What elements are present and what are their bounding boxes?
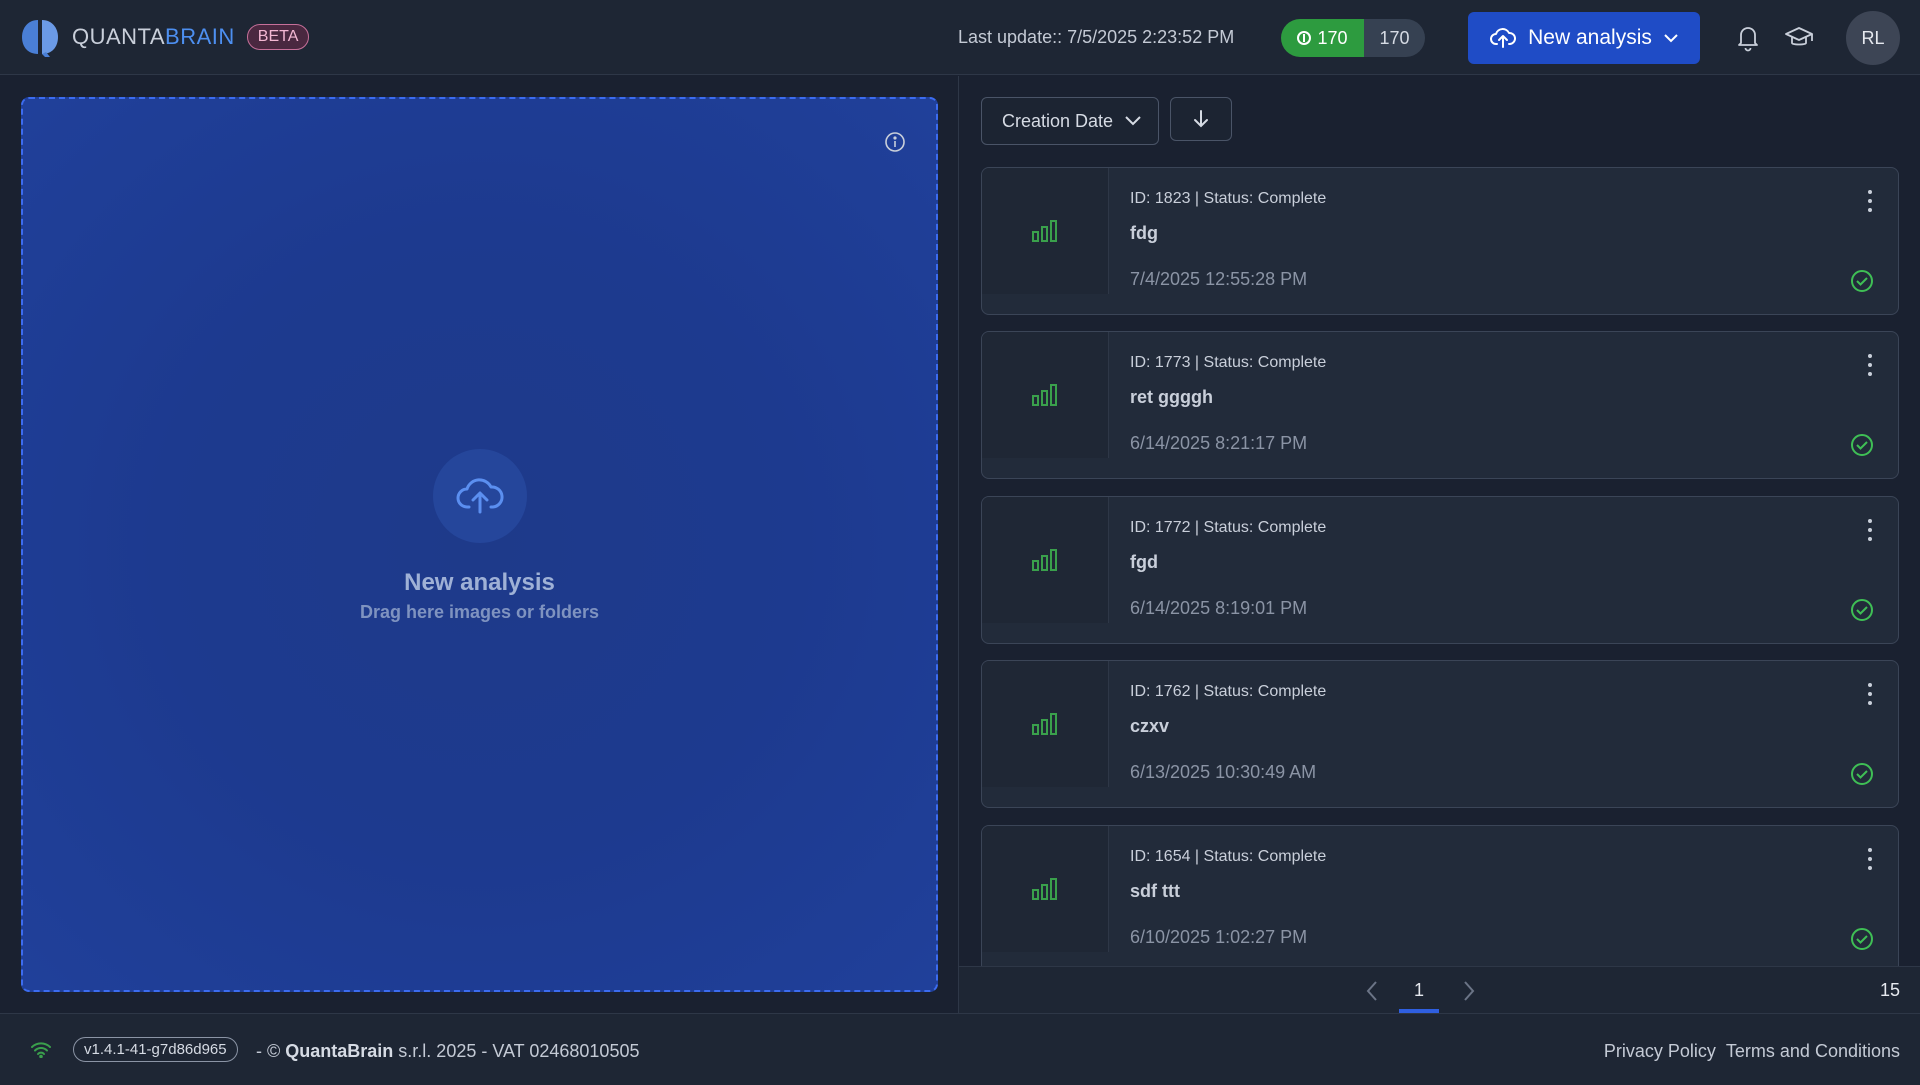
kebab-menu-icon[interactable] <box>1866 683 1874 705</box>
app-footer: v1.4.1-41-g7d86d965 - © QuantaBrain s.r.… <box>0 1013 1920 1085</box>
upload-dropzone[interactable]: New analysis Drag here images or folders <box>21 97 938 992</box>
kebab-menu-icon[interactable] <box>1866 190 1874 212</box>
logo-prefix: QUANTA <box>72 24 166 49</box>
card-meta: ID: 1773 | Status: Complete <box>1130 354 1327 371</box>
copyright-text: - © QuantaBrain s.r.l. 2025 - VAT 024680… <box>256 1041 639 1062</box>
credits-used-value: 170 <box>1317 27 1348 48</box>
brain-logo-icon <box>22 20 58 57</box>
credits-badge[interactable]: 170 170 <box>1281 19 1425 57</box>
card-date: 6/13/2025 10:30:49 AM <box>1130 762 1317 782</box>
card-date: 6/14/2025 8:19:01 PM <box>1130 598 1308 618</box>
bar-chart-icon <box>1032 713 1057 735</box>
chevron-left-icon[interactable] <box>1362 979 1382 1003</box>
bar-chart-icon <box>1032 878 1057 900</box>
info-icon[interactable] <box>884 131 906 153</box>
credits-total: 170 <box>1364 19 1425 57</box>
card-meta: ID: 1654 | Status: Complete <box>1130 848 1327 865</box>
app-logo[interactable]: QUANTABRAIN BETA <box>20 16 310 58</box>
new-analysis-label: New analysis <box>1528 26 1652 49</box>
card-date: 6/14/2025 8:21:17 PM <box>1130 433 1308 453</box>
analyses-panel: Creation Date ID: 1823 | Status: Complet… <box>959 76 1920 1013</box>
chevron-down-icon <box>1664 34 1678 43</box>
check-circle-icon <box>1851 763 1873 785</box>
card-thumbnail <box>982 332 1109 458</box>
footer-links: Privacy Policy Terms and Conditions <box>1604 1041 1900 1062</box>
graduation-cap-icon[interactable] <box>1784 22 1814 52</box>
analysis-card[interactable]: ID: 1772 | Status: Complete fgd 6/14/202… <box>981 496 1899 644</box>
card-date: 7/4/2025 12:55:28 PM <box>1130 269 1308 289</box>
cloud-upload-icon <box>1490 28 1517 48</box>
bar-chart-icon <box>1032 384 1057 406</box>
check-circle-icon <box>1851 599 1873 621</box>
card-name: fdg <box>1130 223 1158 243</box>
wifi-icon <box>31 1042 51 1058</box>
analysis-list: ID: 1823 | Status: Complete fdg 7/4/2025… <box>981 167 1899 966</box>
sort-field-label: Creation Date <box>1002 110 1114 131</box>
card-name: ret ggggh <box>1130 387 1213 407</box>
card-thumbnail <box>982 661 1109 787</box>
logo-suffix: BRAIN <box>165 24 235 49</box>
privacy-policy-link[interactable]: Privacy Policy <box>1604 1041 1716 1062</box>
upload-icon-circle <box>433 449 527 543</box>
kebab-menu-icon[interactable] <box>1866 519 1874 541</box>
chevron-down-icon <box>1125 116 1141 126</box>
page-number-current[interactable]: 1 <box>1399 980 1439 1001</box>
bell-icon[interactable] <box>1733 22 1763 52</box>
dropzone-title: New analysis <box>404 569 555 596</box>
user-avatar[interactable]: RL <box>1846 11 1900 65</box>
analysis-card[interactable]: ID: 1762 | Status: Complete czxv 6/13/20… <box>981 660 1899 808</box>
copyright-suffix: s.r.l. 2025 - VAT 02468010505 <box>393 1041 640 1061</box>
company-name: QuantaBrain <box>285 1041 394 1061</box>
terms-link[interactable]: Terms and Conditions <box>1726 1041 1900 1062</box>
version-badge: v1.4.1-41-g7d86d965 <box>73 1037 238 1062</box>
card-name: czxv <box>1130 716 1170 736</box>
cloud-upload-icon <box>456 478 504 514</box>
sort-field-select[interactable]: Creation Date <box>981 97 1159 145</box>
analysis-card[interactable]: ID: 1654 | Status: Complete sdf ttt 6/10… <box>981 825 1899 966</box>
credits-total-value: 170 <box>1379 27 1410 48</box>
total-count: 15 <box>1879 980 1900 1000</box>
arrow-down-icon <box>1194 110 1208 128</box>
credits-used: 170 <box>1281 19 1364 57</box>
analysis-card[interactable]: ID: 1823 | Status: Complete fdg 7/4/2025… <box>981 167 1899 315</box>
kebab-menu-icon[interactable] <box>1866 848 1874 870</box>
check-circle-icon <box>1851 270 1873 292</box>
sort-direction-button[interactable] <box>1170 97 1232 141</box>
card-thumbnail <box>982 168 1109 294</box>
upload-panel: New analysis Drag here images or folders <box>0 76 958 1013</box>
card-thumbnail <box>982 497 1109 623</box>
app-header: QUANTABRAIN BETA Last update:: 7/5/2025 … <box>0 0 1920 75</box>
chevron-right-icon[interactable] <box>1459 979 1479 1003</box>
check-circle-icon <box>1851 434 1873 456</box>
kebab-menu-icon[interactable] <box>1866 354 1874 376</box>
new-analysis-button[interactable]: New analysis <box>1468 12 1700 64</box>
copyright-prefix: - © <box>256 1041 286 1061</box>
card-meta: ID: 1772 | Status: Complete <box>1130 519 1327 536</box>
beta-badge: BETA <box>246 24 310 50</box>
card-name: fgd <box>1130 552 1158 572</box>
logo-wordmark: QUANTABRAIN <box>72 24 235 50</box>
card-name: sdf ttt <box>1130 881 1180 901</box>
coin-icon <box>1297 31 1312 45</box>
analysis-card[interactable]: ID: 1773 | Status: Complete ret ggggh 6/… <box>981 331 1899 479</box>
card-thumbnail <box>982 826 1109 952</box>
card-meta: ID: 1823 | Status: Complete <box>1130 190 1327 207</box>
dropzone-subtitle: Drag here images or folders <box>359 602 600 622</box>
last-update-text: Last update:: 7/5/2025 2:23:52 PM <box>958 27 1235 47</box>
check-circle-icon <box>1851 928 1873 950</box>
bar-chart-icon <box>1032 549 1057 571</box>
bar-chart-icon <box>1032 220 1057 242</box>
card-date: 6/10/2025 1:02:27 PM <box>1130 927 1308 947</box>
card-meta: ID: 1762 | Status: Complete <box>1130 683 1327 700</box>
avatar-initials: RL <box>1861 27 1885 48</box>
pagination-bar: 1 15 <box>959 966 1920 1013</box>
